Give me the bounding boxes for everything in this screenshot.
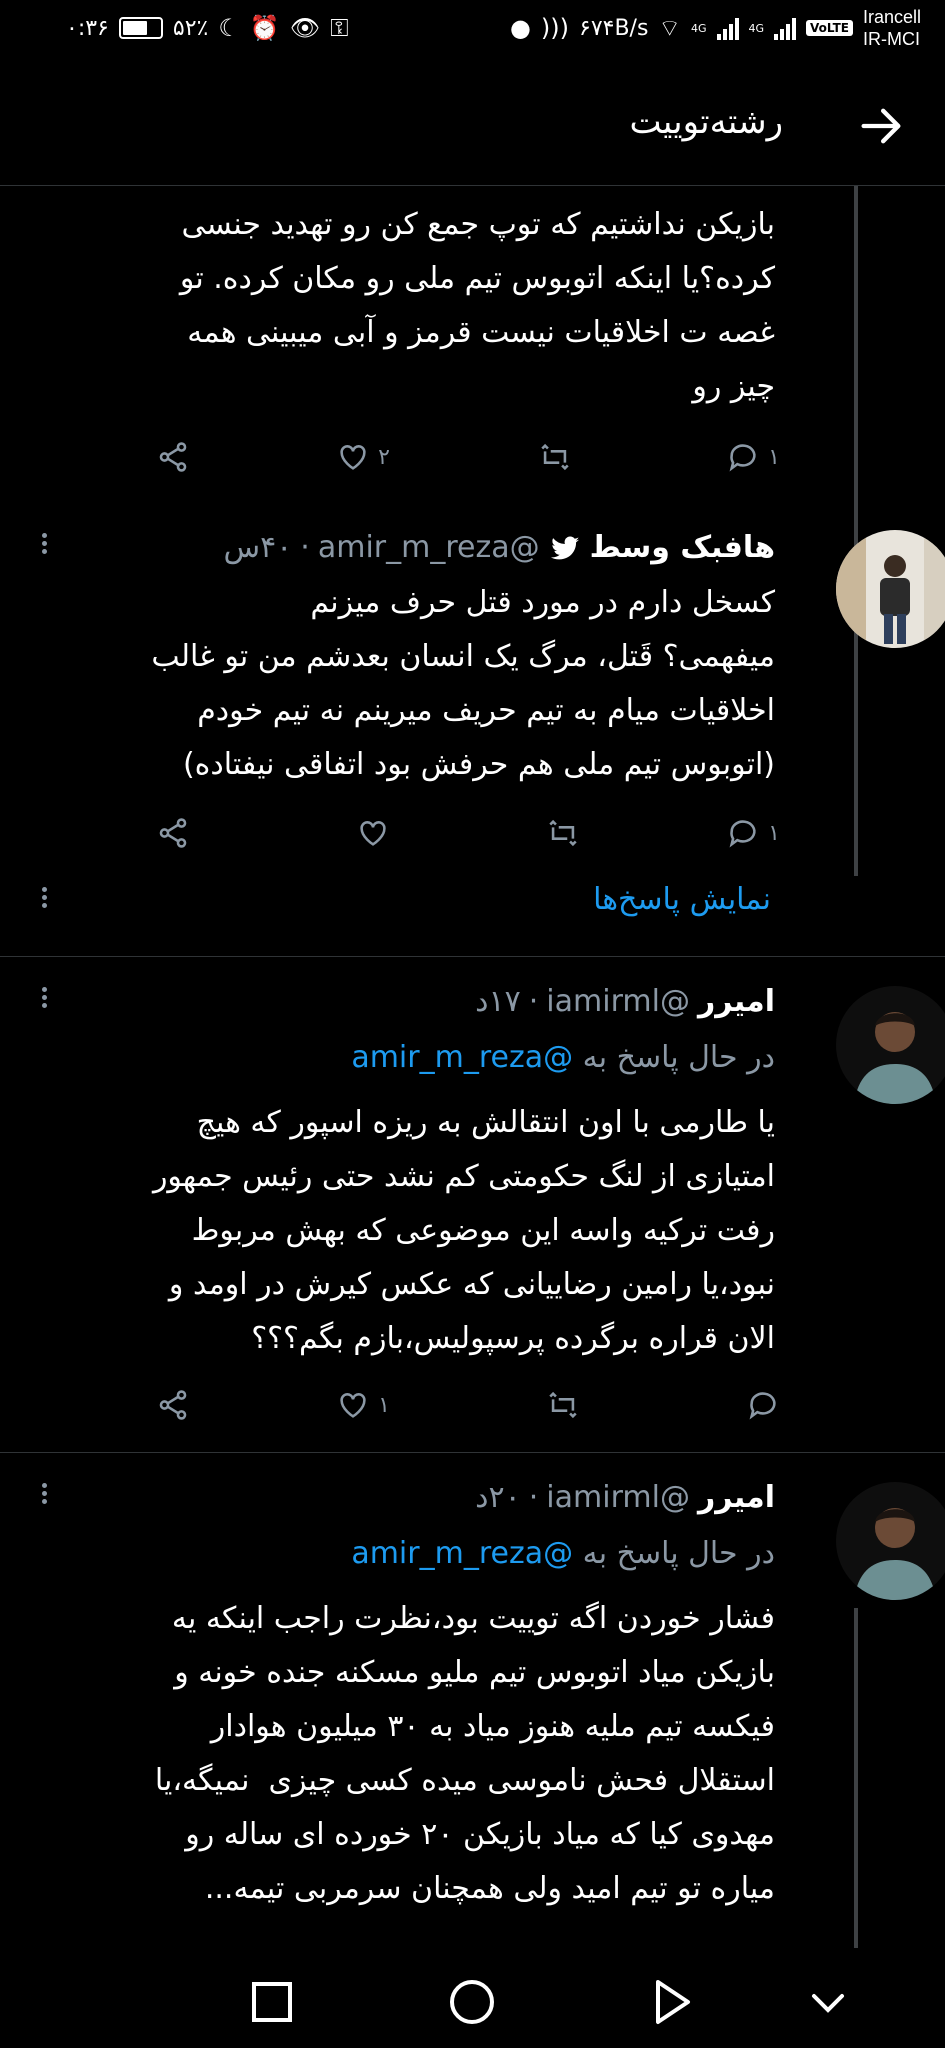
carrier-name: Irancell: [862, 7, 921, 27]
retweet-icon: [541, 443, 569, 471]
share-button[interactable]: [156, 816, 190, 850]
like-button[interactable]: ۱: [336, 1388, 390, 1422]
handle: @amir_m_reza: [317, 530, 540, 565]
carrier-label: Irancell IR-MCI: [863, 6, 921, 50]
tweet-actions: ۱: [150, 816, 780, 856]
signal-type-1: 4G: [690, 21, 707, 35]
handle: @iamirml: [546, 1480, 690, 1515]
page-title: رشته‌توییت: [629, 102, 783, 142]
thread-line: [854, 1608, 858, 1948]
volte-badge: VoLTE: [806, 20, 853, 36]
like-button[interactable]: ۲: [336, 440, 390, 474]
handle: @iamirml: [546, 984, 690, 1019]
like-button[interactable]: [356, 816, 390, 850]
retweet-icon: [549, 1391, 577, 1419]
separator-dot: ·: [300, 530, 310, 565]
replying-to: در حال پاسخ به @amir_m_reza: [351, 1040, 775, 1075]
heart-icon: [360, 821, 386, 846]
retweet-button[interactable]: [546, 1388, 580, 1422]
status-bar-right: ● ))) ۶۷۴B/s ⌔ 4G 4G VoLTE Irancell IR-M…: [510, 6, 921, 50]
signal-bars-icon: [774, 16, 797, 40]
network-speed: ۶۷۴B/s: [579, 15, 649, 41]
chevron-down-icon[interactable]: [798, 1972, 858, 2032]
tweet-header: هافبک وسط @amir_m_reza · ۴۰س: [223, 530, 775, 565]
tweet-actions: ۱ ۲: [150, 440, 780, 480]
retweet-icon: [549, 819, 577, 847]
replying-to: در حال پاسخ به @amir_m_reza: [351, 1536, 775, 1571]
retweet-button[interactable]: [546, 816, 580, 850]
tweet-header: امیرر @iamirml · ۲۰د: [475, 1480, 775, 1515]
eye-icon: 👁: [289, 14, 321, 42]
separator-dot: ·: [528, 1480, 539, 1515]
avatar[interactable]: [836, 530, 945, 648]
battery-icon: [118, 17, 163, 39]
show-replies-link[interactable]: نمایش پاسخ‌ها: [593, 882, 771, 917]
share-button[interactable]: [156, 1388, 190, 1422]
tweet-text: فشار خوردن اگه توییت بود،نظرت راجب اینکه…: [154, 1601, 775, 1906]
home-icon[interactable]: [442, 1972, 502, 2032]
share-icon: [159, 1390, 187, 1420]
alarm-icon: ⏰: [249, 14, 280, 42]
replying-to-label: در حال پاسخ به: [582, 1536, 775, 1571]
status-bar-left: ۰:۳۶ ۵۲٪ ☾ ⏰ 👁 ⚿: [66, 14, 348, 42]
more-vertical-icon[interactable]: [34, 1480, 54, 1520]
nfc-icon: ))): [540, 14, 569, 42]
like-count: ۲: [378, 444, 390, 470]
more-vertical-icon[interactable]: [34, 984, 54, 1024]
signal-bars-icon: [716, 16, 739, 40]
display-name[interactable]: امیرر: [698, 984, 775, 1019]
tweet-actions: ۱: [150, 1388, 780, 1428]
heart-icon: [340, 1393, 366, 1418]
tweet-text: یا طارمی با اون انتقالش به ریزه اسپور که…: [152, 1105, 775, 1356]
back-triangle-icon[interactable]: [642, 1972, 702, 2032]
divider: [0, 956, 945, 957]
retweet-button[interactable]: [538, 440, 580, 474]
mention-link[interactable]: @amir_m_reza: [351, 1040, 573, 1075]
display-name[interactable]: امیرر: [698, 1480, 775, 1515]
status-time: ۰:۳۶: [66, 15, 109, 41]
more-vertical-icon[interactable]: [34, 530, 54, 570]
heart-icon: [340, 445, 366, 470]
recent-apps-icon[interactable]: [242, 1972, 302, 2032]
key-icon: ⚿: [330, 14, 349, 42]
avatar[interactable]: [836, 986, 945, 1104]
wifi-icon: ⌔: [658, 14, 681, 42]
timestamp: ۲۰د: [475, 1480, 521, 1515]
battery-level: ۵۲٪: [172, 15, 209, 41]
signal-type-2: 4G: [748, 21, 765, 35]
share-icon: [159, 818, 187, 848]
reply-count: ۱: [768, 820, 780, 846]
separator-dot: ·: [528, 984, 539, 1019]
reply-button[interactable]: ۱: [726, 440, 780, 474]
chat-bubble-icon: ●: [509, 14, 531, 42]
avatar[interactable]: [836, 1482, 945, 1600]
tweet-header: امیرر @iamirml · ۱۷د: [475, 984, 775, 1019]
more-vertical-icon[interactable]: [34, 884, 54, 924]
reply-count: ۱: [768, 444, 780, 470]
status-bar: ۰:۳۶ ۵۲٪ ☾ ⏰ 👁 ⚿ ● ))) ۶۷۴B/s ⌔ 4G 4G Vo…: [0, 0, 945, 66]
tweet-text: کسخل دارم در مورد قتل حرف میزنم میفهمی؟ …: [151, 585, 775, 782]
reply-button[interactable]: ۱: [726, 816, 780, 850]
reply-button[interactable]: [746, 1388, 780, 1422]
carrier-network: IR-MCI: [862, 29, 920, 49]
divider: [0, 1452, 945, 1453]
replying-to-label: در حال پاسخ به: [582, 1040, 775, 1075]
comment-icon: [749, 1392, 776, 1420]
timestamp: ۱۷د: [475, 984, 521, 1019]
comment-icon: [729, 444, 756, 472]
tweet-text: بازیکن نداشتیم که توپ جمع کن رو تهدید جن…: [179, 207, 775, 404]
arrow-right-icon[interactable]: [855, 100, 907, 152]
app-header: رشته‌توییت: [0, 66, 945, 186]
thread-line: [854, 656, 858, 876]
display-name[interactable]: هافبک وسط: [590, 530, 775, 565]
system-nav-bar: [0, 1956, 945, 2048]
twitter-bird-icon: [550, 535, 579, 559]
comment-icon: [729, 820, 756, 848]
mention-link[interactable]: @amir_m_reza: [351, 1536, 573, 1571]
moon-icon: ☾: [218, 14, 240, 42]
timestamp: ۴۰س: [223, 530, 293, 565]
share-button[interactable]: [156, 440, 190, 474]
share-icon: [159, 442, 187, 472]
like-count: ۱: [378, 1392, 390, 1418]
